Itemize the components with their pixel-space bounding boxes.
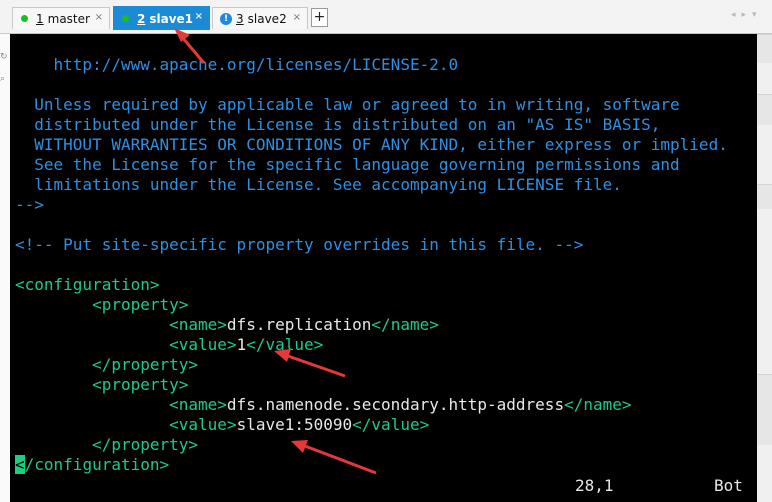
property-close-tag: </property> — [92, 435, 199, 454]
value-open-tag: <value> — [169, 415, 237, 434]
connected-status-icon — [122, 15, 129, 22]
tab-slave1[interactable]: 2 slave1 × — [113, 6, 210, 30]
tab-label: master — [47, 11, 90, 26]
property-name: dfs.namenode.secondary.http-address — [226, 395, 565, 414]
refresh-icon[interactable]: ↻ — [0, 52, 8, 62]
overrides-comment-line: <!-- Put site-specific property override… — [15, 235, 584, 254]
license-text-line: distributed under the License is distrib… — [15, 115, 661, 134]
close-icon[interactable]: × — [293, 12, 301, 23]
property-open-tag: <property> — [92, 375, 189, 394]
tab-bar: 1 master × 2 slave1 × ! 3 slave2 × + ◂▸▾ — [0, 0, 772, 34]
name-open-tag: <name> — [169, 315, 227, 334]
scrollbar[interactable] — [757, 34, 772, 502]
property-value: 1 — [236, 335, 247, 354]
license-url-line: http://www.apache.org/licenses/LICENSE-2… — [15, 55, 459, 74]
property-open-tag: <property> — [92, 295, 189, 314]
scrollbar-thumb[interactable] — [757, 374, 772, 445]
comment-end-line: --> — [15, 195, 44, 214]
configuration-close-line: </configuration> — [15, 455, 169, 475]
text-cursor: < — [15, 455, 25, 474]
property-value-line: <value>1</value> — [15, 335, 323, 355]
close-icon[interactable]: × — [195, 11, 203, 22]
property-close-tag: </property> — [92, 355, 199, 374]
search-icon[interactable]: ⌕ — [0, 74, 5, 84]
tab-label: slave1 — [149, 11, 194, 26]
tab-number: 1 — [36, 11, 44, 26]
cursor-position-status: 28,1 — [575, 476, 614, 495]
value-close-tag: </value> — [246, 335, 324, 354]
tab-label: slave2 — [247, 11, 287, 26]
property-name: dfs.replication — [226, 315, 372, 334]
property-close-line: </property> — [15, 355, 198, 375]
license-text-line: WITHOUT WARRANTIES OR CONDITIONS OF ANY … — [15, 135, 728, 154]
scrollbar-segment — [757, 184, 772, 209]
property-name-line: <name>dfs.namenode.secondary.http-addres… — [15, 395, 632, 415]
connected-status-icon — [21, 15, 28, 22]
property-close-line: </property> — [15, 435, 198, 455]
terminal-window[interactable]: http://www.apache.org/licenses/LICENSE-2… — [10, 34, 757, 502]
value-close-tag: </value> — [352, 415, 430, 434]
scroll-position-status: Bot — [714, 476, 743, 495]
scrollbar-segment — [757, 34, 772, 63]
tab-nav-arrows-icon[interactable]: ◂▸▾ — [731, 10, 763, 20]
property-open-line: <property> — [15, 375, 188, 395]
name-open-tag: <name> — [169, 395, 227, 414]
configuration-close-tag: /configuration> — [24, 455, 170, 474]
name-close-tag: </name> — [371, 315, 439, 334]
warning-icon: ! — [220, 12, 232, 25]
license-text-line: Unless required by applicable law or agr… — [15, 95, 680, 114]
tab-number: 2 — [137, 11, 146, 26]
property-value: slave1:50090 — [236, 415, 353, 434]
value-open-tag: <value> — [169, 335, 237, 354]
left-panel-edge: ↻ ⌕ — [0, 34, 10, 502]
tab-master[interactable]: 1 master × — [12, 7, 110, 29]
tab-number: 3 — [236, 11, 244, 26]
new-tab-button[interactable]: + — [311, 8, 328, 27]
property-open-line: <property> — [15, 295, 188, 315]
license-text-line: limitations under the License. See accom… — [15, 175, 622, 194]
configuration-open-tag: <configuration> — [15, 275, 160, 294]
close-icon[interactable]: × — [95, 12, 103, 23]
name-close-tag: </name> — [564, 395, 632, 414]
scrollbar-segment — [757, 94, 772, 125]
property-value-line: <value>slave1:50090</value> — [15, 415, 429, 435]
license-text-line: See the License for the specific languag… — [15, 155, 680, 174]
property-name-line: <name>dfs.replication</name> — [15, 315, 439, 335]
tab-slave2[interactable]: ! 3 slave2 × — [212, 7, 308, 29]
